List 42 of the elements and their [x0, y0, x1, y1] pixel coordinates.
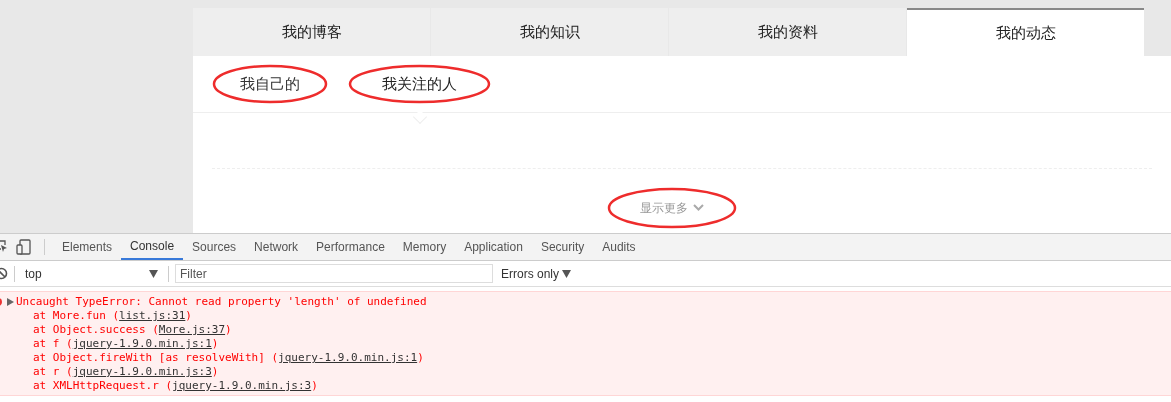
stack-frame-text: ): [225, 323, 232, 337]
devtools-tab[interactable]: Performance: [307, 234, 394, 260]
expand-triangle-icon[interactable]: [7, 298, 14, 306]
log-level-dropdown[interactable]: Errors only: [501, 264, 571, 283]
devtools-tab[interactable]: Network: [245, 234, 308, 260]
stack-frame-text: ): [417, 351, 424, 365]
devtools-tab[interactable]: Audits: [593, 234, 645, 260]
devtools-tab[interactable]: Security: [531, 234, 594, 260]
stack-frame-text: at More.fun (: [33, 309, 120, 323]
nav-tab[interactable]: 我的知识: [431, 8, 668, 56]
caret-icon: [562, 269, 571, 278]
error-message: Uncaught TypeError: Cannot read property 'length' of undefined: [16, 295, 427, 309]
source-link[interactable]: list.js:31: [119, 309, 186, 323]
stack-frame-text: at Object.fireWith [as resolveWith] (: [33, 351, 279, 365]
stack-frame-text: ): [311, 379, 318, 393]
filter-field[interactable]: Filter: [175, 264, 493, 283]
source-link[interactable]: jquery-1.9.0.min.js:1: [278, 351, 418, 365]
stack-frame-text: ): [211, 365, 219, 379]
nav-tab[interactable]: 我的博客: [193, 8, 430, 56]
chevron-down-icon: [693, 204, 704, 212]
context-dropdown[interactable]: top: [25, 264, 160, 283]
caret-icon: [149, 269, 158, 278]
devtools-tab[interactable]: Sources: [183, 234, 246, 260]
source-link[interactable]: More.js:37: [158, 323, 226, 337]
stack-frame-text: at XMLHttpRequest.r (: [33, 379, 173, 393]
device-toolbar-icon[interactable]: [16, 239, 32, 255]
nav-tab[interactable]: 我的动态: [907, 8, 1144, 56]
devtools-tab[interactable]: Memory: [393, 234, 456, 260]
stack-frame-text: ): [185, 309, 192, 323]
devtools-tab[interactable]: Application: [455, 234, 532, 260]
stack-frame-text: at r (: [33, 365, 73, 379]
devtools-tab[interactable]: Elements: [53, 234, 122, 260]
source-link[interactable]: jquery-1.9.0.min.js:1: [72, 337, 212, 351]
stack-frame-text: at f (: [33, 337, 73, 351]
source-link[interactable]: jquery-1.9.0.min.js:3: [72, 365, 212, 379]
nav-tab[interactable]: 我的资料: [669, 8, 906, 56]
devtools-tab[interactable]: Console: [121, 234, 184, 260]
stack-frame-text: ): [211, 337, 219, 351]
stack-frame-text: at Object.success (: [33, 323, 159, 337]
sub-tab[interactable]: 我关注的人: [382, 72, 457, 96]
source-link[interactable]: jquery-1.9.0.min.js:3: [172, 379, 312, 393]
sub-tab[interactable]: 我自己的: [240, 72, 300, 96]
